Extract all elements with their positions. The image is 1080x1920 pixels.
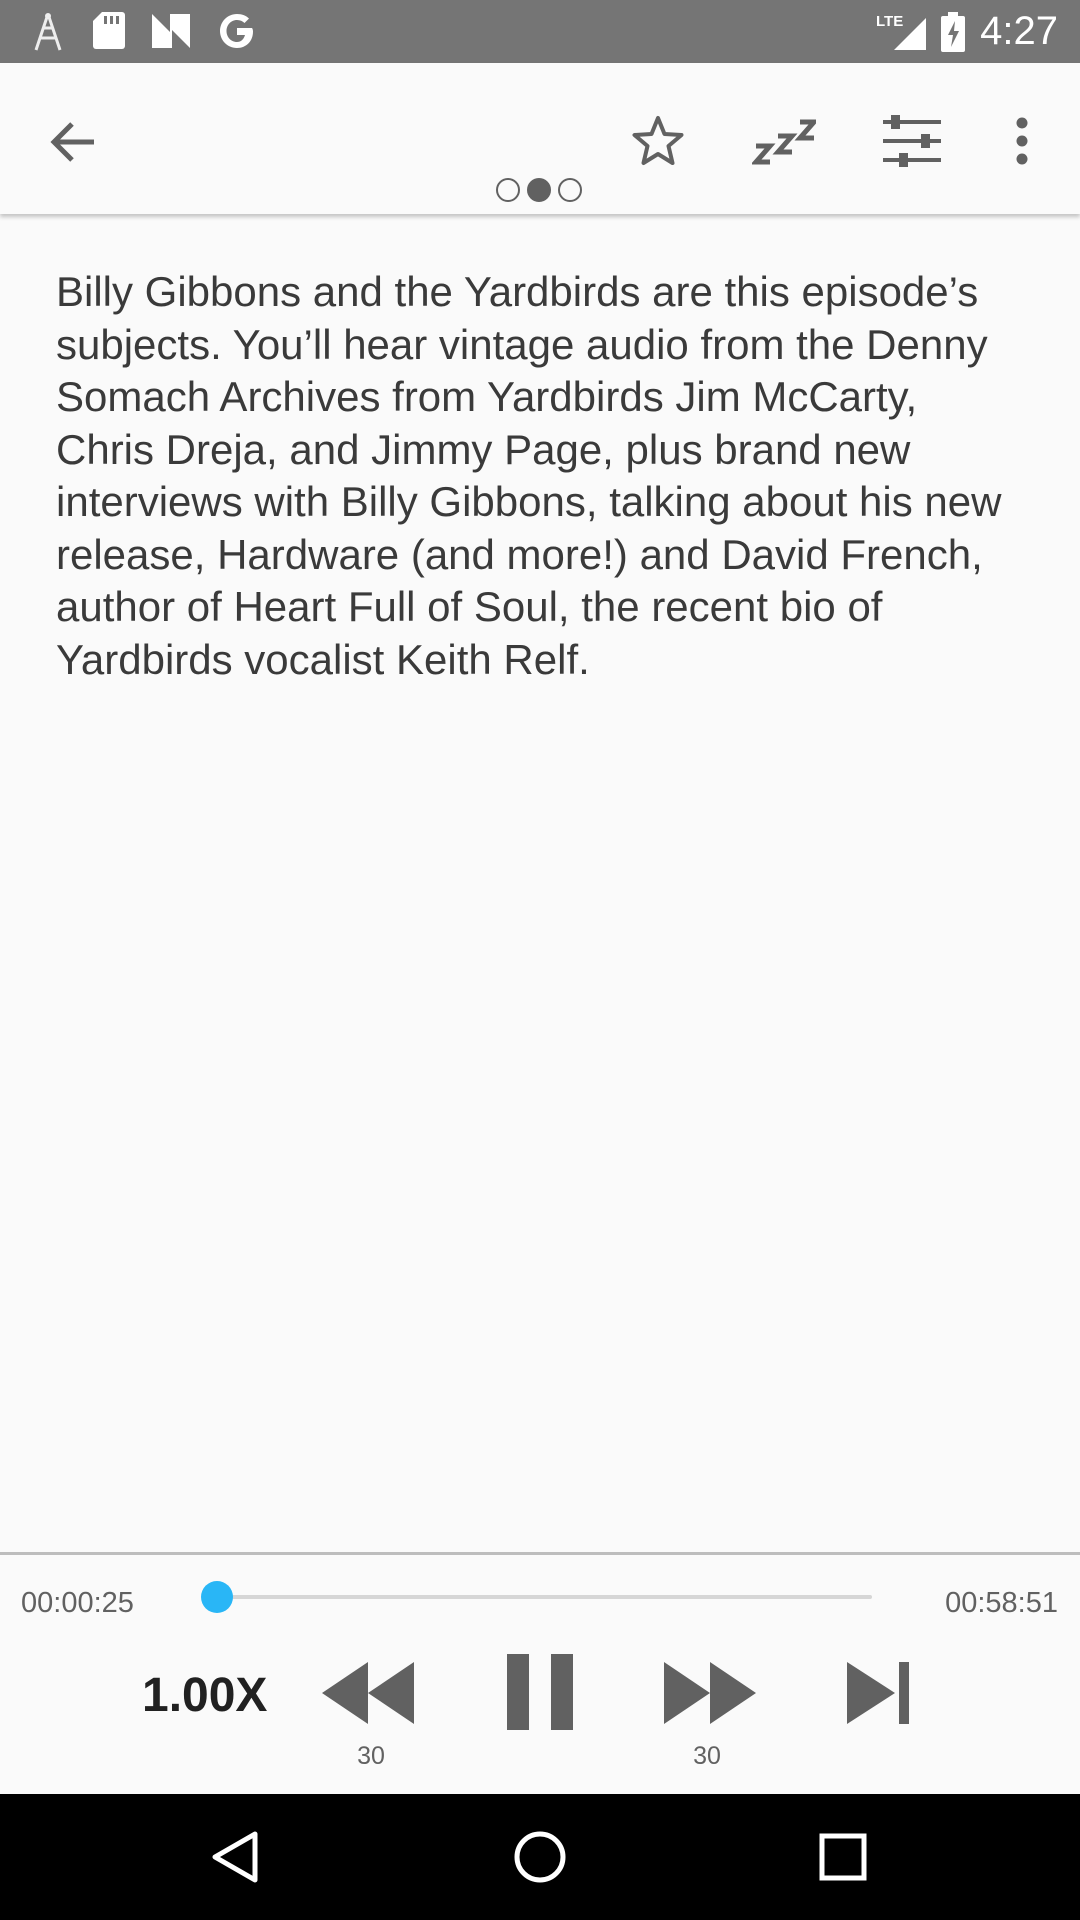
- back-arrow-icon: [50, 122, 94, 162]
- fast-forward-button[interactable]: [660, 1656, 760, 1730]
- clock: 4:27: [980, 9, 1058, 53]
- total-duration: 00:58:51: [945, 1587, 1058, 1619]
- fast-forward-icon: [664, 1662, 756, 1724]
- rewind-seconds-label: 30: [357, 1742, 385, 1770]
- navigation-bar: [0, 1794, 1080, 1920]
- forward-seconds-label: 30: [693, 1742, 721, 1770]
- svg-text:LTE: LTE: [876, 13, 903, 30]
- skip-next-button[interactable]: [838, 1656, 918, 1730]
- antenna-icon: [30, 10, 66, 57]
- page-dot[interactable]: [496, 178, 520, 202]
- back-button[interactable]: [38, 107, 108, 177]
- toolbar: [0, 63, 1080, 214]
- seek-bar[interactable]: [212, 1595, 872, 1599]
- page-dot[interactable]: [558, 178, 582, 202]
- page-dot-active[interactable]: [527, 178, 551, 202]
- signal-icon: LTE: [876, 12, 928, 57]
- pause-icon: [507, 1654, 573, 1730]
- status-bar: LTE 4:27: [0, 0, 1080, 63]
- home-circle-icon: [514, 1831, 566, 1883]
- playback-speed-button[interactable]: 1.00X: [142, 1668, 267, 1724]
- star-icon: [632, 116, 684, 165]
- battery-icon: [940, 12, 966, 57]
- rewind-icon: [322, 1662, 414, 1724]
- recents-square-icon: [819, 1833, 867, 1881]
- sd-card-icon: [92, 10, 126, 55]
- nav-back-button[interactable]: [200, 1822, 270, 1892]
- nav-home-button[interactable]: [505, 1822, 575, 1892]
- nav-recents-button[interactable]: [808, 1822, 878, 1892]
- sleep-timer-icon: [752, 119, 816, 165]
- page-indicator: [496, 178, 582, 202]
- more-vert-icon: [1016, 117, 1028, 165]
- more-options-button[interactable]: [1002, 105, 1042, 177]
- seek-thumb[interactable]: [200, 1581, 233, 1613]
- n-app-icon: [150, 10, 192, 55]
- episode-description: Billy Gibbons and the Yardbirds are this…: [56, 268, 1002, 683]
- rewind-button[interactable]: [318, 1656, 418, 1730]
- equalizer-button[interactable]: [872, 105, 952, 177]
- skip-next-icon: [847, 1662, 909, 1724]
- pause-button[interactable]: [500, 1652, 580, 1732]
- favorite-button[interactable]: [622, 105, 694, 177]
- back-triangle-icon: [212, 1831, 258, 1883]
- sleep-timer-button[interactable]: [744, 105, 824, 177]
- google-icon: [216, 10, 258, 57]
- equalizer-icon: [883, 115, 941, 167]
- elapsed-time: 00:00:25: [21, 1587, 134, 1619]
